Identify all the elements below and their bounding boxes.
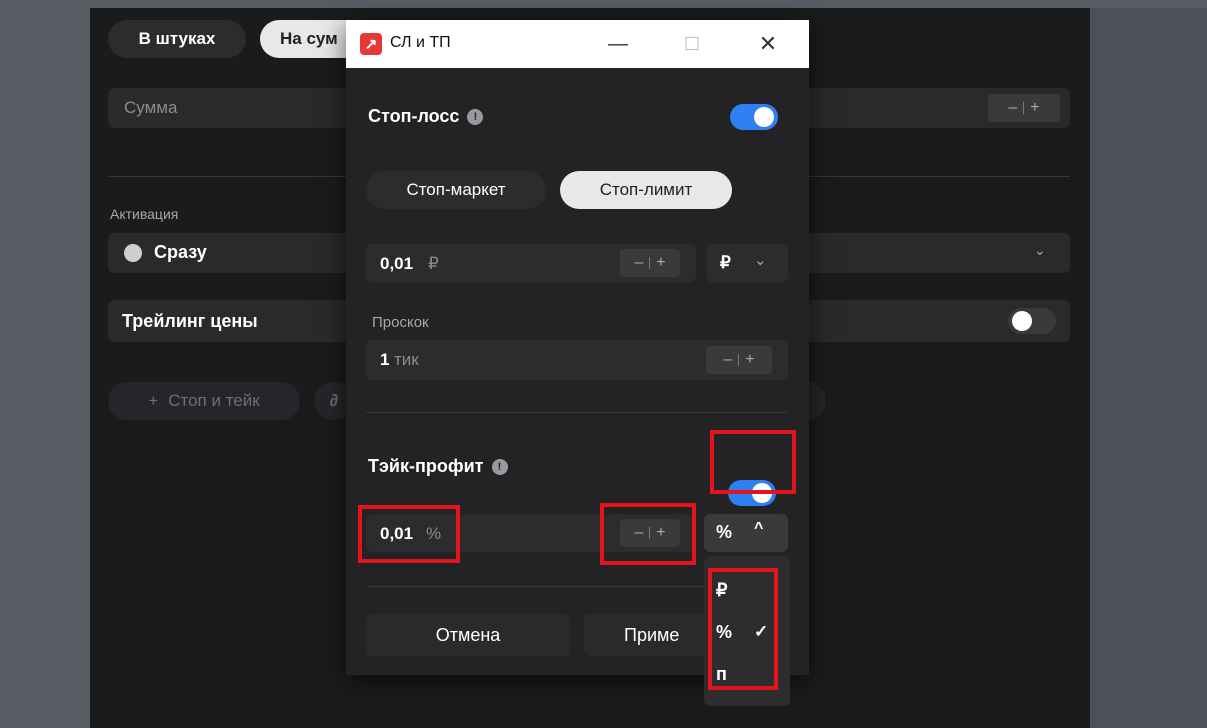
minimize-button[interactable]: — <box>598 30 638 58</box>
stop-price-field[interactable]: 0,01 ₽ – + <box>366 244 696 282</box>
maximize-button[interactable]: ☐ <box>672 30 712 58</box>
take-profit-unit-select[interactable]: % ^ <box>704 514 788 552</box>
tab-stop-limit[interactable]: Стоп-лимит <box>560 171 732 209</box>
info-icon[interactable]: ! <box>491 458 508 475</box>
stop-loss-title: Стоп-лосс ! <box>368 106 484 127</box>
sum-stepper[interactable]: – + <box>988 94 1060 122</box>
plus-icon[interactable]: + <box>1030 99 1039 117</box>
plus-icon[interactable]: + <box>745 351 754 369</box>
chevron-down-icon: ⌄ <box>754 252 767 269</box>
stop-price-unit: ₽ <box>428 254 439 273</box>
highlight-box <box>358 505 460 563</box>
info-icon[interactable]: ! <box>467 108 484 125</box>
apply-button[interactable]: Приме <box>584 614 704 656</box>
link-icon: ∂ <box>329 391 339 410</box>
stop-price-value: 0,01 <box>380 254 414 273</box>
trailing-toggle[interactable] <box>1008 308 1056 334</box>
stop-loss-toggle[interactable] <box>730 104 778 130</box>
stop-unit-select[interactable]: ₽ ⌄ <box>706 244 788 282</box>
tab-stop-market[interactable]: Стоп-маркет <box>366 171 546 209</box>
take-profit-title: Тэйк-профит ! <box>368 456 508 477</box>
slippage-value: 1 <box>380 350 390 369</box>
title-bar: ↗ СЛ и ТП — ☐ ✕ <box>346 20 809 68</box>
minus-icon[interactable]: – <box>723 351 732 369</box>
right-panel <box>1090 8 1207 728</box>
app-logo-icon: ↗ <box>360 33 382 55</box>
highlight-box <box>600 503 696 565</box>
slippage-label: Проскок <box>372 314 429 331</box>
take-profit-unit-value: % <box>716 522 733 542</box>
dialog-title: СЛ и ТП <box>390 34 451 51</box>
activation-label: Активация <box>110 206 179 222</box>
slippage-stepper[interactable]: – + <box>706 346 772 374</box>
clock-icon <box>124 244 142 262</box>
close-button[interactable]: ✕ <box>748 30 788 58</box>
stop-take-label: Стоп и тейк <box>168 391 260 410</box>
tab-in-pieces[interactable]: В штуках <box>108 20 246 58</box>
highlight-box <box>710 430 796 494</box>
stop-unit-value: ₽ <box>720 253 731 272</box>
slippage-unit: тик <box>394 350 419 369</box>
sum-placeholder: Сумма <box>124 98 178 117</box>
plus-icon[interactable]: + <box>656 254 665 272</box>
trailing-label: Трейлинг цены <box>122 311 258 331</box>
minus-icon[interactable]: – <box>634 254 643 272</box>
activation-value: Сразу <box>154 242 207 262</box>
take-profit-label: Тэйк-профит <box>368 456 484 476</box>
chevron-down-icon: ⌄ <box>1034 242 1046 258</box>
cancel-button[interactable]: Отмена <box>366 614 570 656</box>
slippage-field[interactable]: 1 тик – + <box>366 340 788 380</box>
chevron-up-icon: ^ <box>754 520 764 537</box>
stop-price-stepper[interactable]: – + <box>620 249 680 277</box>
highlight-box <box>708 568 778 690</box>
stop-take-button[interactable]: + Стоп и тейк <box>108 382 300 420</box>
stop-loss-label: Стоп-лосс <box>368 106 460 126</box>
minus-icon[interactable]: – <box>1008 99 1017 117</box>
plus-icon: + <box>148 391 159 410</box>
section-divider <box>366 412 788 413</box>
